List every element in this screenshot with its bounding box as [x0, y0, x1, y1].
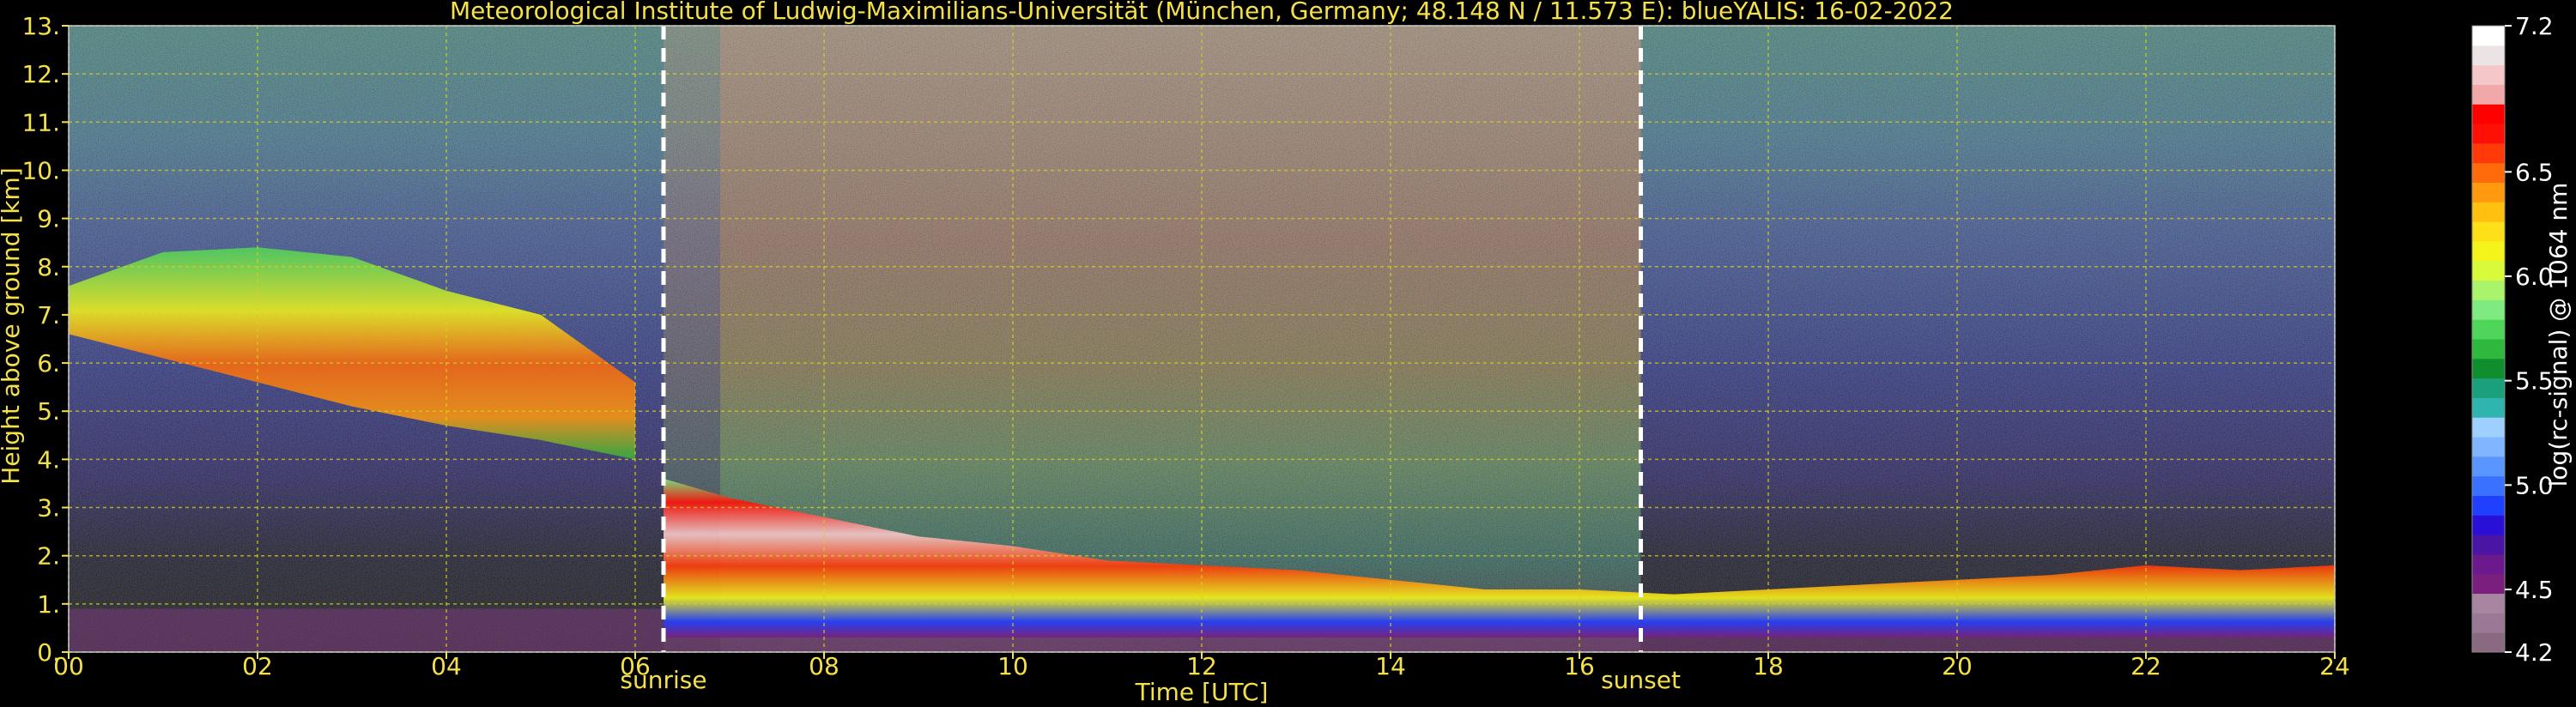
y-tick-label: 8. — [37, 253, 60, 281]
x-tick-label: 02 — [242, 652, 273, 680]
colorbar-swatch — [2472, 280, 2505, 300]
x-tick-label: 18 — [1753, 652, 1784, 680]
colorbar-swatch — [2472, 64, 2505, 85]
lidar-chart: sunrise sunset 00 02 04 06 08 10 12 14 16 18 20 22 24… — [0, 0, 2573, 706]
x-tick-label: 24 — [2319, 652, 2350, 680]
x-axis-label: Time [UTC] — [1135, 678, 1269, 706]
colorbar-swatch — [2472, 260, 2505, 281]
colorbar-swatch — [2472, 142, 2505, 164]
y-tick-label: 0. — [37, 638, 60, 667]
colorbar-swatch — [2472, 339, 2505, 360]
colorbar-swatch — [2472, 573, 2505, 595]
y-tick-label: 2. — [37, 542, 60, 571]
colorbar-swatch — [2472, 437, 2505, 457]
y-tick-label: 13. — [21, 12, 60, 40]
colorbar-swatch — [2472, 319, 2505, 340]
colorbar-swatch — [2472, 299, 2505, 320]
colorbar-tick-label: 4.2 — [2515, 638, 2554, 667]
colorbar-swatch — [2472, 202, 2505, 222]
x-tick-label: 12 — [1186, 652, 1217, 680]
colorbar-swatch — [2472, 397, 2505, 418]
colorbar-swatch — [2472, 358, 2505, 379]
y-tick-label: 4. — [37, 445, 60, 474]
y-tick-label: 1. — [37, 590, 60, 619]
colorbar-label: log(rc-signal) @ 1064 nm — [2544, 183, 2573, 487]
x-tick-label: 22 — [2131, 652, 2161, 680]
y-tick-label: 10. — [21, 156, 60, 184]
plot-area — [69, 26, 2335, 652]
y-tick-label: 9. — [37, 205, 60, 233]
colorbar-swatch — [2472, 104, 2505, 124]
colorbar-swatch — [2472, 84, 2505, 105]
colorbar-swatch — [2472, 124, 2505, 144]
y-tick-label: 12. — [21, 60, 60, 88]
colorbar-tick-label: 6.5 — [2515, 158, 2554, 186]
colorbar-swatch — [2472, 417, 2505, 438]
x-tick-label: 04 — [431, 652, 462, 680]
colorbar-swatch — [2472, 378, 2505, 398]
y-tick-label: 3. — [37, 494, 60, 523]
colorbar-swatch — [2472, 632, 2505, 653]
x-tick-label: 20 — [1942, 652, 1973, 680]
colorbar-swatch — [2472, 535, 2505, 555]
colorbar-swatch — [2472, 182, 2505, 202]
y-tick-label: 7. — [37, 301, 60, 329]
y-axis-label: Height above ground [km] — [0, 167, 25, 485]
colorbar-swatch — [2472, 475, 2505, 496]
colorbar-swatch — [2472, 515, 2505, 535]
colorbar: 4.24.55.05.56.06.57.2 — [2471, 12, 2554, 667]
y-tick-label: 11. — [21, 108, 60, 136]
colorbar-swatch — [2472, 456, 2505, 477]
colorbar-swatch — [2472, 613, 2505, 633]
y-tick-label: 5. — [37, 397, 60, 426]
marker-label-sunset: sunset — [1601, 666, 1681, 694]
colorbar-swatch — [2472, 26, 2505, 46]
colorbar-swatch — [2472, 553, 2505, 575]
colorbar-swatch — [2472, 162, 2505, 183]
x-tick-label: 06 — [620, 652, 651, 680]
colorbar-tick-label: 7.2 — [2515, 12, 2554, 40]
x-tick-label: 08 — [809, 652, 839, 680]
colorbar-tick-label: 4.5 — [2515, 576, 2554, 604]
colorbar-swatch — [2472, 495, 2505, 516]
colorbar-swatch — [2472, 593, 2505, 613]
x-tick-label: 10 — [997, 652, 1028, 680]
colorbar-swatch — [2472, 240, 2505, 262]
x-tick-label: 14 — [1375, 652, 1406, 680]
y-tick-label: 6. — [37, 349, 60, 378]
colorbar-swatch — [2472, 221, 2505, 242]
colorbar-swatch — [2472, 45, 2505, 66]
chart-title: Meteorological Institute of Ludwig-Maxim… — [450, 0, 1954, 25]
x-tick-label: 16 — [1564, 652, 1595, 680]
